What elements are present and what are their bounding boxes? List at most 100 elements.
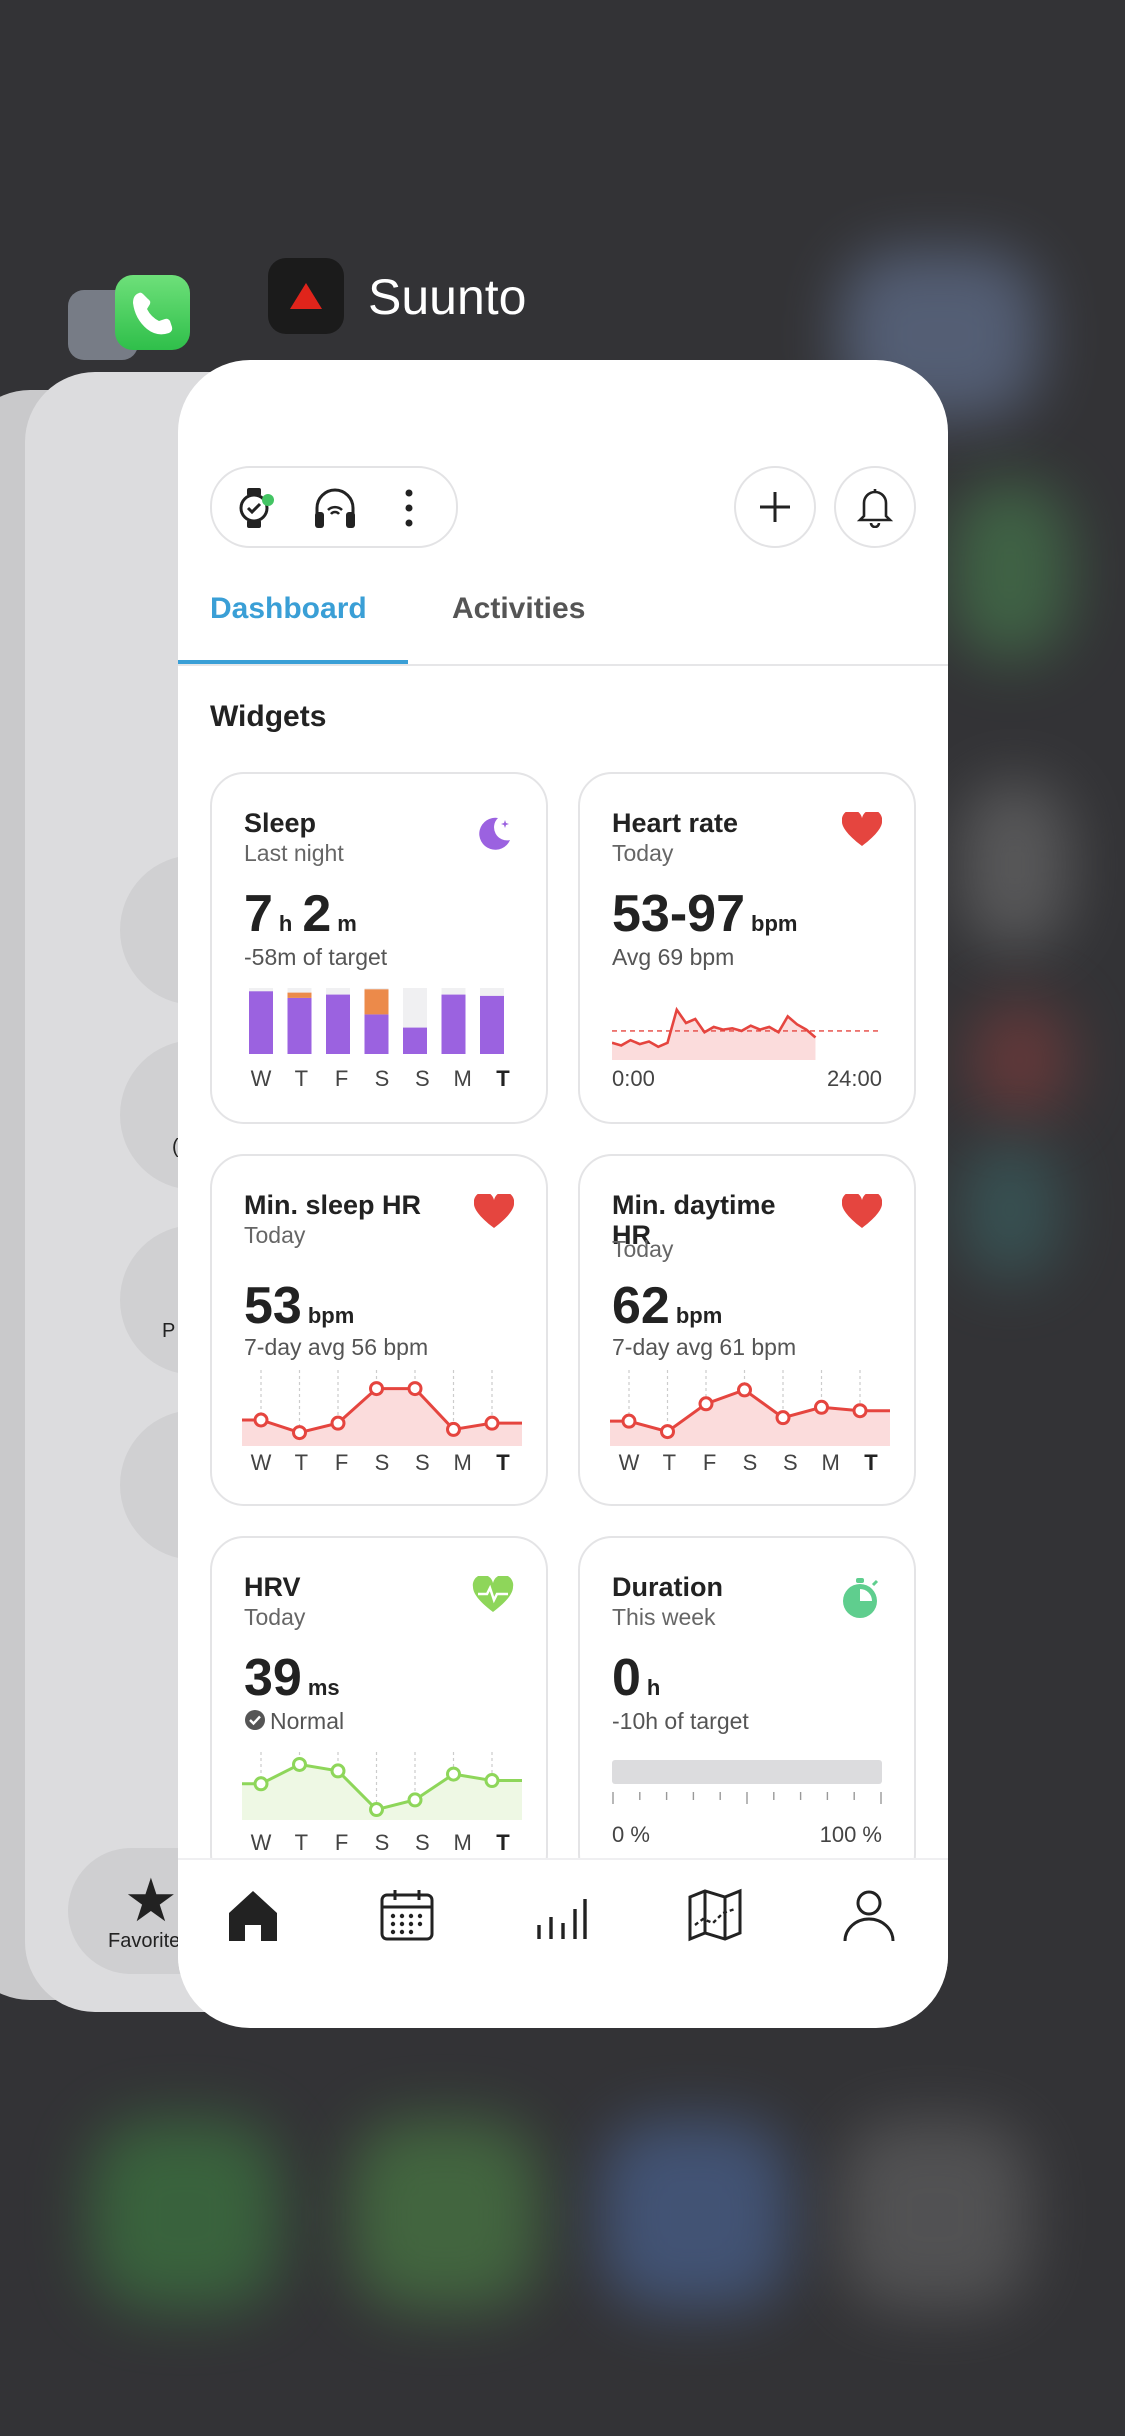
data-point [446, 1421, 461, 1437]
widget-subtitle: Today [244, 1222, 306, 1248]
check-circle-icon [244, 1709, 266, 1737]
tab-dashboard[interactable]: Dashboard [210, 592, 367, 626]
blurred-app-icon [600, 2120, 790, 2310]
sleep-widget[interactable]: Sleep Last night 7h2m -58m of target WTF… [210, 772, 548, 1124]
min-daytime-hr-chart [610, 1370, 890, 1446]
data-point [330, 1415, 346, 1431]
widget-title: Sleep [244, 808, 317, 838]
min-sleep-hr-avg: 7-day avg 56 bpm [244, 1334, 429, 1360]
home-tab[interactable] [222, 1884, 284, 1946]
widget-title: Heart rate [612, 808, 739, 838]
map-icon [688, 1888, 742, 1942]
x-axis-end: 24:00 [826, 1066, 882, 1091]
widget-subtitle: Today [612, 1236, 674, 1262]
blurred-app-icon [350, 2120, 540, 2310]
data-point [621, 1413, 637, 1429]
duration-target-note: -10h of target [612, 1708, 749, 1734]
hr-area [612, 1009, 816, 1060]
min-daytime-hr-value: 62 bpm [612, 1277, 723, 1335]
tab-activities[interactable]: Activities [452, 592, 585, 626]
day-labels: WTFSSMT [250, 1450, 510, 1475]
min-daytime-hr-widget[interactable]: Min. daytime HR Today 62 bpm 7-day avg 61… [578, 1154, 916, 1506]
suunto-app-card[interactable]: Dashboard Activities Widgets Sleep Last … [178, 360, 948, 2028]
watch-connected-icon[interactable] [232, 484, 280, 537]
widget-title: Min. sleep HR [244, 1190, 422, 1220]
heart-pulse-icon [472, 1574, 514, 1619]
data-point [484, 1773, 500, 1789]
suunto-app-icon [268, 258, 344, 334]
bell-icon [856, 489, 894, 528]
blurred-app-icon [970, 1000, 1070, 1120]
map-tab[interactable] [684, 1884, 746, 1946]
sleep-bar-chart [249, 988, 504, 1054]
add-button[interactable] [734, 466, 816, 548]
more-vertical-icon[interactable] [402, 488, 416, 533]
hrv-chart [242, 1752, 522, 1820]
duration-ticks [612, 1792, 882, 1804]
data-point [369, 1381, 384, 1397]
sleep-duration: 7h2m [244, 885, 357, 943]
min-sleep-hr-value: 53 bpm [244, 1277, 355, 1335]
sleep-bar [249, 991, 273, 1054]
x-axis-start: 0:00 [612, 1066, 655, 1091]
line-area [242, 1388, 522, 1446]
sleep-bar-extra [287, 992, 312, 998]
hrv-value: 39 ms [244, 1649, 340, 1707]
headphones-icon[interactable] [312, 486, 358, 535]
min-sleep-hr-widget[interactable]: Min. sleep HR Today 53 bpm 7-day avg 56 b… [210, 1154, 548, 1506]
tab-divider [178, 664, 948, 666]
widget-title: HRV [244, 1572, 301, 1602]
blurred-app-icon [840, 2120, 1030, 2310]
home-icon [229, 1891, 277, 1941]
hrv-status: Normal [244, 1708, 344, 1737]
blurred-app-icon [950, 480, 1070, 660]
data-point [407, 1381, 423, 1397]
data-point [484, 1415, 500, 1431]
heart-icon [473, 1191, 515, 1235]
data-point [446, 1766, 461, 1782]
heart-icon [841, 1191, 883, 1235]
chart-bars-icon [537, 1899, 587, 1939]
plus-icon [760, 492, 790, 522]
calendar-icon [380, 1890, 434, 1941]
sleep-bar [403, 1027, 427, 1054]
data-point [775, 1410, 791, 1426]
keypad-letter: P [162, 1320, 176, 1342]
data-point [852, 1403, 868, 1419]
progress-start-label: 0 % [612, 1822, 650, 1847]
data-point [330, 1763, 346, 1779]
min-daytime-hr-avg: 7-day avg 61 bpm [612, 1334, 797, 1360]
section-title: Widgets [210, 700, 327, 733]
notifications-button[interactable] [834, 466, 916, 548]
blurred-app-icon [90, 2120, 280, 2310]
data-point [253, 1412, 269, 1428]
data-point [292, 1425, 307, 1441]
heart-rate-widget[interactable]: Heart rate Today 53-97 bpm Avg 69 bpm 0:0… [578, 772, 916, 1124]
data-point [407, 1792, 423, 1808]
sleep-bar [364, 1014, 389, 1054]
stopwatch-icon [840, 1576, 882, 1625]
blurred-app-icon [960, 780, 1070, 950]
stats-tab[interactable] [530, 1884, 592, 1946]
hrv-widget[interactable]: HRV Today 39 ms Normal WTFSSMT [210, 1536, 548, 1888]
bottom-tab-bar [178, 1858, 948, 1970]
sleep-bar [480, 995, 504, 1054]
progress-end-label: 100 % [819, 1822, 882, 1847]
day-labels: WTFSSMT [250, 1066, 510, 1091]
day-labels: WTFSSMT [618, 1450, 878, 1475]
duration-value: 0h [612, 1649, 661, 1707]
data-point [369, 1802, 384, 1818]
sleep-bar [326, 994, 350, 1054]
widget-subtitle: Last night [244, 840, 344, 866]
duration-progress-track [612, 1760, 882, 1784]
calendar-tab[interactable] [376, 1884, 438, 1946]
data-point [253, 1776, 269, 1792]
profile-tab[interactable] [838, 1884, 900, 1946]
sleep-target-note: -58m of target [244, 944, 388, 970]
data-point [814, 1399, 829, 1415]
heart-rate-range: 53-97 bpm [612, 885, 798, 943]
heart-rate-chart [612, 1006, 882, 1060]
duration-widget[interactable]: Duration This week 0h -10h of target 0 %… [578, 1536, 916, 1888]
data-point [660, 1424, 675, 1440]
heart-icon [841, 809, 883, 853]
